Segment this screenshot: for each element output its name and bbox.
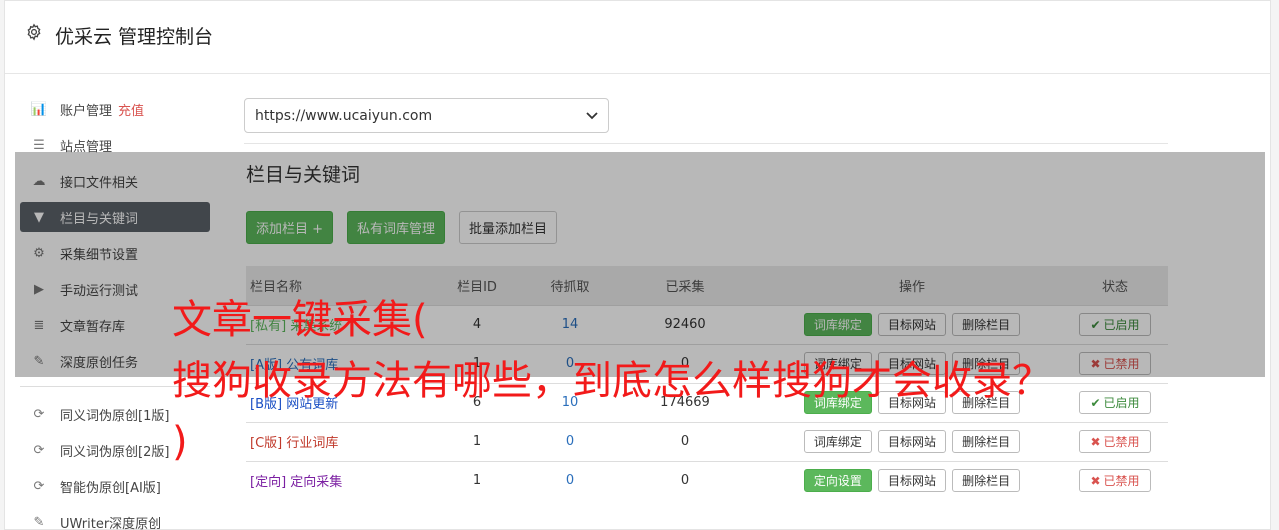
recharge-link[interactable]: 充值: [118, 100, 144, 119]
sidebar-item-label: 智能伪原创[AI版]: [60, 480, 161, 496]
status-label: 已禁用: [1103, 474, 1140, 489]
divider: [244, 143, 1168, 144]
headline-line-3: ): [172, 419, 188, 465]
column-tag: [定向]: [250, 475, 287, 491]
x-icon: ✖: [1090, 473, 1101, 488]
status-toggle-button[interactable]: ✔ 已启用: [1079, 391, 1151, 414]
sidebar-item[interactable]: 📊 账户管理 充值: [20, 94, 210, 124]
status-toggle-button[interactable]: ✖ 已禁用: [1079, 430, 1151, 453]
refresh-icon: ⟳: [33, 406, 45, 422]
sidebar-item-label: 同义词伪原创[2版]: [60, 444, 170, 460]
refresh-icon: ⟳: [33, 478, 45, 494]
edit-icon: ✎: [33, 514, 45, 530]
server-icon: ☰: [33, 137, 45, 153]
sidebar-item-label: UWriter深度原创: [60, 516, 162, 530]
status-toggle-button[interactable]: ✖ 已禁用: [1079, 469, 1151, 493]
chevron-down-icon: [586, 111, 598, 119]
x-icon: ✖: [1090, 434, 1101, 449]
status-cell: ✔ 已启用: [1062, 382, 1168, 422]
headline-line-2: 搜狗收录方法有哪些，到底怎么样搜狗才会收录？: [172, 358, 1052, 404]
check-icon: ✔: [1090, 395, 1101, 410]
sidebar-item-label: 账户管理: [60, 103, 113, 119]
site-select-value: https://www.ucaiyun.com: [255, 107, 433, 124]
sidebar-item[interactable]: ✎ UWriter深度原创: [20, 507, 210, 530]
status-cell: ✖ 已禁用: [1062, 460, 1168, 500]
status-cell: ✖ 已禁用: [1062, 421, 1168, 461]
sidebar-item-label: 同义词伪原创[1版]: [60, 408, 170, 424]
status-label: 已禁用: [1103, 435, 1140, 449]
app-title: 优采云 管理控制台: [55, 26, 214, 48]
sidebar-item[interactable]: ⟳ 智能伪原创[AI版]: [20, 471, 210, 501]
status-label: 已启用: [1103, 396, 1140, 410]
bar-chart-icon: 📊: [30, 101, 48, 117]
site-select[interactable]: https://www.ucaiyun.com: [244, 98, 609, 133]
column-name-link[interactable]: 定向采集: [290, 475, 342, 490]
headline-overlay: 文章一键采集( 搜狗收录方法有哪些，到底怎么样搜狗才会收录？ ): [172, 290, 1052, 473]
gear-icon: [27, 23, 41, 41]
headline-line-1: 文章一键采集(: [172, 297, 428, 343]
header: 优采云 管理控制台: [5, 1, 1270, 74]
refresh-icon: ⟳: [33, 442, 45, 458]
